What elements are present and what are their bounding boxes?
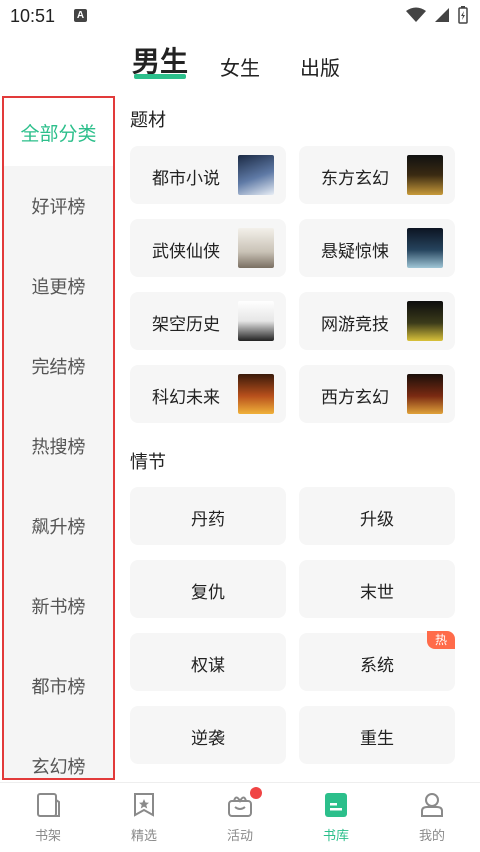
genre-label: 科幻未来 xyxy=(152,388,220,408)
plot-card[interactable]: 权谋 xyxy=(130,633,286,691)
nav-label: 我的 xyxy=(418,829,445,844)
book-cover-gaming xyxy=(407,301,443,341)
notification-a-icon: A xyxy=(74,9,87,22)
tab-publish[interactable]: 出版 xyxy=(300,52,340,81)
nav-library[interactable]: 书库 xyxy=(288,783,384,852)
genre-label: 都市小说 xyxy=(152,169,220,189)
nav-activity[interactable]: 活动 xyxy=(192,783,288,852)
plot-label: 升级 xyxy=(360,510,394,530)
genre-label: 东方玄幻 xyxy=(321,169,389,189)
active-tab-indicator xyxy=(134,74,186,79)
plot-card[interactable]: 升级 xyxy=(299,487,455,545)
book-cover-wuxia xyxy=(238,228,274,268)
sidebar-item-most-followed[interactable]: 追更榜 xyxy=(4,246,113,326)
notification-dot xyxy=(250,787,262,799)
genre-card[interactable]: 西方玄幻 xyxy=(299,365,455,423)
bookshelf-icon xyxy=(37,793,60,817)
library-icon xyxy=(325,793,347,817)
plot-card[interactable]: 重生 xyxy=(299,706,455,764)
genre-card[interactable]: 武侠仙侠 xyxy=(130,219,286,277)
sidebar-item-hot-search[interactable]: 热搜榜 xyxy=(4,406,113,486)
nav-bookshelf[interactable]: 书架 xyxy=(0,783,96,852)
genre-card[interactable]: 东方玄幻 xyxy=(299,146,455,204)
sidebar-item-all-categories[interactable]: 全部分类 xyxy=(4,98,113,166)
nav-label: 精选 xyxy=(130,829,157,844)
nav-profile[interactable]: 我的 xyxy=(384,783,480,852)
plot-label: 系统 xyxy=(360,656,394,676)
nav-label: 书架 xyxy=(34,829,61,844)
genre-label: 武侠仙侠 xyxy=(152,242,220,262)
book-cover-history xyxy=(238,301,274,341)
genre-section-title: 题材 xyxy=(130,110,166,131)
tab-female[interactable]: 女生 xyxy=(220,52,260,81)
profile-icon xyxy=(421,793,443,817)
nav-label: 书库 xyxy=(322,829,349,844)
sidebar-item-top-rated[interactable]: 好评榜 xyxy=(4,166,113,246)
plot-label: 权谋 xyxy=(191,656,225,676)
plot-section-title: 情节 xyxy=(130,452,166,473)
ranking-sidebar: 全部分类 好评榜 追更榜 完结榜 热搜榜 飙升榜 新书榜 都市榜 玄幻榜 xyxy=(2,96,115,780)
nav-featured[interactable]: 精选 xyxy=(96,783,192,852)
wifi-icon xyxy=(406,7,426,22)
genre-card[interactable]: 网游竞技 xyxy=(299,292,455,350)
plot-label: 丹药 xyxy=(191,510,225,530)
plot-label: 末世 xyxy=(360,583,394,603)
genre-card[interactable]: 架空历史 xyxy=(130,292,286,350)
sidebar-item-new-books[interactable]: 新书榜 xyxy=(4,566,113,646)
featured-icon xyxy=(134,793,154,817)
book-cover-urban xyxy=(238,155,274,195)
book-cover-scifi xyxy=(238,374,274,414)
book-cover-thriller xyxy=(407,228,443,268)
plot-card[interactable]: 末世 xyxy=(299,560,455,618)
battery-icon xyxy=(458,6,468,24)
bottom-nav: 书架 精选 活动 书库 我的 xyxy=(0,782,480,852)
book-cover-western xyxy=(407,374,443,414)
plot-label: 复仇 xyxy=(191,583,225,603)
genre-label: 网游竞技 xyxy=(321,315,389,335)
plot-card[interactable]: 逆袭 xyxy=(130,706,286,764)
genre-label: 架空历史 xyxy=(152,315,220,335)
plot-card[interactable]: 丹药 xyxy=(130,487,286,545)
sidebar-item-urban[interactable]: 都市榜 xyxy=(4,646,113,726)
status-icons xyxy=(406,6,468,24)
plot-label: 逆袭 xyxy=(191,729,225,749)
genre-card[interactable]: 悬疑惊悚 xyxy=(299,219,455,277)
signal-icon xyxy=(435,8,449,22)
sidebar-item-fantasy[interactable]: 玄幻榜 xyxy=(4,726,113,778)
status-bar: 10:51 A xyxy=(0,0,480,34)
sidebar-item-completed[interactable]: 完结榜 xyxy=(4,326,113,406)
hot-badge: 热 xyxy=(427,631,455,649)
book-cover-fantasy xyxy=(407,155,443,195)
plot-label: 重生 xyxy=(360,729,394,749)
genre-label: 西方玄幻 xyxy=(321,388,389,408)
top-tabs: 男生 女生 出版 xyxy=(0,36,480,88)
genre-label: 悬疑惊悚 xyxy=(321,242,389,262)
plot-card[interactable]: 复仇 xyxy=(130,560,286,618)
genre-card[interactable]: 科幻未来 xyxy=(130,365,286,423)
status-time: 10:51 xyxy=(10,6,56,26)
genre-card[interactable]: 都市小说 xyxy=(130,146,286,204)
sidebar-item-rising[interactable]: 飙升榜 xyxy=(4,486,113,566)
plot-card[interactable]: 系统 热 xyxy=(299,631,455,691)
nav-label: 活动 xyxy=(226,829,253,844)
category-content: 题材 都市小说 东方玄幻 武侠仙侠 悬疑惊悚 架空历史 网游竞技 科幻未来 西方… xyxy=(118,96,480,780)
